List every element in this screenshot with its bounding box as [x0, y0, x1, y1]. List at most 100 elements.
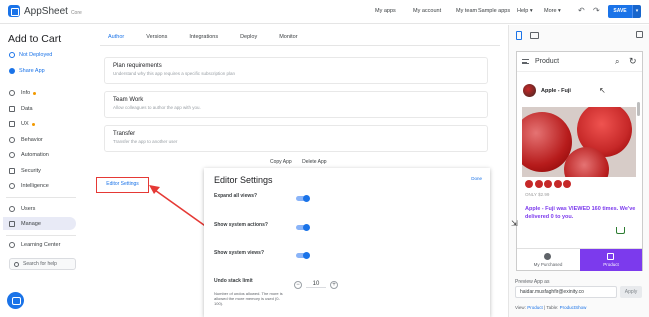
nav-my-apps[interactable]: My apps: [375, 8, 396, 14]
increment-button[interactable]: +: [330, 280, 338, 289]
menu-icon[interactable]: [522, 59, 529, 64]
save-button[interactable]: SAVE: [608, 5, 632, 18]
info-icon: [9, 90, 15, 96]
card-plan-requirements[interactable]: Plan requirements Understand why this ap…: [104, 57, 488, 84]
sidebar-item-label: UX: [21, 121, 29, 127]
mouse-cursor-icon: ↖: [599, 86, 606, 95]
apply-button[interactable]: Apply: [620, 286, 642, 298]
search-icon[interactable]: ⌕: [615, 57, 619, 67]
top-bar: AppSheet Core My apps My account My team…: [0, 0, 649, 24]
preview-as-input[interactable]: haidar.musfaghfir@exinity.co: [515, 286, 617, 298]
undo-icon[interactable]: ↶: [578, 6, 585, 15]
nav-label: Product: [603, 262, 619, 267]
preview-as-label: Preview App as: [515, 279, 550, 285]
share-icon: [9, 68, 15, 74]
share-app-label: Share App: [19, 68, 45, 74]
heart-icon: [563, 180, 571, 188]
view-link[interactable]: Product: [527, 305, 543, 310]
save-dropdown-button[interactable]: ▾: [632, 5, 641, 18]
cart-icon[interactable]: [616, 227, 625, 234]
sidebar-item-info[interactable]: Info: [9, 88, 79, 98]
deploy-status-link[interactable]: Not Deployed: [9, 52, 52, 58]
editor-settings-link[interactable]: Editor Settings: [96, 177, 149, 193]
expand-all-views-label: Expand all views?: [214, 193, 258, 199]
preview-scrollbar[interactable]: [637, 102, 640, 116]
intelligence-icon: [9, 183, 15, 189]
sidebar-item-behavior[interactable]: Behavior: [9, 135, 79, 145]
nav-product[interactable]: Product: [580, 249, 642, 271]
view-label: View:: [515, 305, 526, 310]
card-team-work[interactable]: Team Work Allow colleagues to author the…: [104, 91, 488, 118]
sidebar-item-automation[interactable]: Automation: [9, 150, 79, 160]
sidebar-item-manage[interactable]: Manage: [9, 219, 79, 229]
appsheet-logo-icon: [8, 5, 20, 17]
show-system-actions-toggle[interactable]: [296, 223, 310, 231]
show-system-views-toggle[interactable]: [296, 251, 310, 259]
heart-icon: [534, 180, 543, 188]
viewed-message: Apple - Fuji was VIEWED 160 times. We've…: [525, 206, 636, 220]
refresh-icon[interactable]: ↻: [629, 56, 637, 67]
decrement-button[interactable]: −: [294, 280, 302, 289]
heart-icon: [525, 180, 533, 188]
table-link[interactable]: ProductShow: [560, 305, 587, 310]
sidebar-item-users[interactable]: Users: [9, 204, 79, 214]
nav-label: My Purchased: [533, 262, 563, 267]
expand-all-views-toggle[interactable]: [296, 194, 310, 202]
preview-bottom-nav: My Purchased Product: [517, 248, 642, 271]
nav-more[interactable]: More ▾: [544, 8, 561, 14]
appsheet-logo[interactable]: AppSheet Core: [8, 5, 82, 17]
delete-app-button[interactable]: Delete App: [302, 159, 326, 165]
chat-button[interactable]: [7, 292, 24, 309]
tabs-divider: [100, 45, 500, 46]
redo-icon[interactable]: ↷: [593, 6, 600, 15]
nav-my-account[interactable]: My account: [413, 8, 441, 14]
tablet-view-icon[interactable]: [530, 32, 539, 39]
open-external-icon[interactable]: [636, 31, 643, 38]
sidebar-item-security[interactable]: Security: [9, 166, 79, 176]
undo-stack-limit-label: Undo stack limit: [214, 278, 253, 284]
sidebar-item-label: Info: [21, 90, 31, 96]
undo-stack-stepper: − 10 +: [294, 279, 338, 290]
sidebar-item-learning-center[interactable]: Learning Center: [9, 240, 79, 250]
product-image: [522, 107, 636, 177]
card-desc: Allow colleagues to author the app with …: [113, 105, 201, 110]
sidebar-item-data[interactable]: Data: [9, 104, 79, 114]
done-button[interactable]: Done: [471, 176, 482, 181]
sidebar-item-label: Intelligence: [21, 183, 49, 189]
nav-help[interactable]: Help ▾: [517, 8, 533, 14]
heart-icon: [544, 180, 552, 188]
card-title: Plan requirements: [113, 63, 162, 69]
sidebar-item-label: Security: [21, 168, 41, 174]
card-desc: Understand why this app requires a speci…: [113, 71, 236, 76]
product-name: Apple - Fuji: [541, 88, 571, 94]
product-avatar: [523, 84, 536, 97]
sidebar-item-label: Learning Center: [21, 242, 61, 248]
logo-sub: Core: [70, 9, 82, 16]
automation-icon: [9, 152, 15, 158]
nav-help-label: Help: [517, 8, 529, 14]
warning-dot: [33, 91, 37, 95]
card-title: Transfer: [113, 131, 136, 137]
nav-my-purchased[interactable]: My Purchased: [517, 249, 579, 271]
card-title: Team Work: [113, 97, 144, 103]
person-icon: [544, 253, 551, 260]
sidebar-item-intelligence[interactable]: Intelligence: [9, 181, 79, 191]
share-app-link[interactable]: Share App: [9, 68, 45, 74]
copy-app-button[interactable]: Copy App: [270, 159, 292, 165]
editor-settings-panel: Editor Settings Done Expand all views? S…: [204, 168, 490, 317]
nav-more-label: More: [544, 8, 557, 14]
undo-stack-value[interactable]: 10: [306, 281, 326, 288]
mobile-view-icon[interactable]: [516, 31, 522, 40]
card-transfer[interactable]: Transfer Transfer the app to another use…: [104, 125, 488, 152]
sidebar-item-label: Users: [21, 206, 36, 212]
table-label: Table:: [546, 305, 559, 310]
sidebar-item-label: Data: [21, 106, 33, 112]
view-table-info: View: Product | Table: ProductShow: [515, 305, 587, 310]
sidebar-item-ux[interactable]: UX: [9, 119, 79, 129]
nav-my-team[interactable]: My team: [456, 8, 477, 14]
ux-icon: [9, 121, 15, 127]
nav-sample-apps[interactable]: Sample apps: [478, 8, 510, 14]
card-desc: Transfer the app to another user: [113, 139, 178, 144]
help-search-input[interactable]: Search for help: [9, 258, 76, 270]
warning-dot: [31, 122, 35, 126]
